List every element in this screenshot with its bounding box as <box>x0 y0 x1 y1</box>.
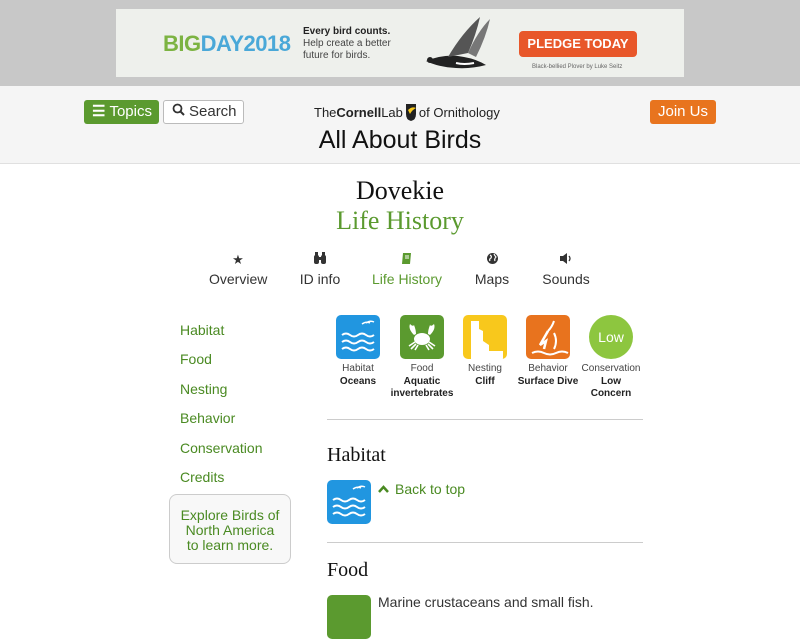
ad-tagline: Every bird counts. Help create a better … <box>303 26 391 61</box>
speaker-icon <box>541 252 591 268</box>
big-day-ad[interactable]: BIGDAY2018 Every bird counts. Help creat… <box>116 9 684 77</box>
sidebar-link-credits[interactable]: Credits <box>180 469 224 485</box>
category-nesting[interactable]: Nesting Cliff <box>452 315 518 388</box>
tab-sounds[interactable]: Sounds <box>541 252 591 287</box>
site-header: ☰ Topics Search TheCornellLab of Ornitholo… <box>0 86 800 164</box>
back-to-top-link[interactable]: Back to top <box>378 481 465 497</box>
low-concern-badge: Low <box>589 315 633 359</box>
big-day-logo: BIGDAY2018 <box>163 31 291 56</box>
sidebar-link-nesting[interactable]: Nesting <box>180 381 227 397</box>
cliff-icon <box>463 315 507 359</box>
tab-maps[interactable]: Maps <box>473 252 511 287</box>
category-value-line2: Concern <box>590 388 632 399</box>
habitat-heading: Habitat <box>327 444 386 466</box>
ocean-icon <box>327 480 371 524</box>
category-label: Habitat <box>342 363 374 374</box>
crab-icon <box>327 595 371 639</box>
tab-life-history[interactable]: Life History <box>371 252 443 287</box>
food-description: Marine crustaceans and small fish. <box>378 594 594 610</box>
section-divider <box>327 419 643 420</box>
dive-icon <box>526 315 570 359</box>
cornell-lab-logo[interactable]: TheCornellLab of Ornithology <box>314 102 500 122</box>
site-title[interactable]: All About Birds <box>0 126 800 155</box>
page-subtitle: Life History <box>336 206 464 235</box>
hamburger-icon: ☰ <box>92 103 106 120</box>
category-value: Cliff <box>475 375 495 387</box>
search-button[interactable]: Search <box>163 100 244 124</box>
sidebar-link-behavior[interactable]: Behavior <box>180 410 235 426</box>
food-heading: Food <box>327 559 369 581</box>
cornell-bird-emblem-icon <box>405 104 416 121</box>
category-label: Conservation <box>581 363 641 374</box>
category-label: Food <box>410 363 434 374</box>
section-divider <box>327 542 643 543</box>
binoculars-icon <box>296 252 344 268</box>
category-label: Behavior <box>528 363 568 374</box>
tab-id-info[interactable]: ID info <box>296 252 344 287</box>
sidebar-link-habitat[interactable]: Habitat <box>180 322 224 338</box>
join-us-button[interactable]: Join Us <box>650 100 716 124</box>
ad-banner-strip: BIGDAY2018 Every bird counts. Help creat… <box>0 0 800 86</box>
category-value: Low <box>601 375 621 387</box>
topics-button[interactable]: ☰ Topics <box>84 100 159 124</box>
plover-image <box>426 17 490 69</box>
category-value-line2: invertebrates <box>390 388 454 399</box>
tab-overview[interactable]: ★ Overview <box>209 252 267 287</box>
category-behavior[interactable]: Behavior Surface Dive <box>515 315 581 388</box>
category-habitat[interactable]: Habitat Oceans <box>325 315 391 388</box>
explore-birds-link[interactable]: Explore Birds of North America to learn … <box>169 494 291 564</box>
category-value: Surface Dive <box>517 375 579 387</box>
chevron-up-icon <box>378 481 389 497</box>
category-conservation[interactable]: Low Conservation Low Concern <box>578 315 644 401</box>
star-icon: ★ <box>232 252 244 267</box>
category-value: Oceans <box>339 375 377 387</box>
category-food[interactable]: Food Aquatic invertebrates <box>389 315 455 401</box>
ocean-icon <box>336 315 380 359</box>
sidebar-link-food[interactable]: Food <box>180 351 212 367</box>
species-name: Dovekie <box>355 176 445 205</box>
category-label: Nesting <box>468 363 502 374</box>
search-icon <box>172 101 185 123</box>
photo-credit: Black-bellied Plover by Luke Seitz <box>532 64 623 70</box>
pledge-today-button[interactable]: PLEDGE TODAY <box>519 31 637 57</box>
book-icon <box>371 252 443 268</box>
category-value: Aquatic <box>403 375 441 387</box>
sidebar-link-conservation[interactable]: Conservation <box>180 440 263 456</box>
crab-icon <box>400 315 444 359</box>
globe-icon <box>473 252 511 268</box>
